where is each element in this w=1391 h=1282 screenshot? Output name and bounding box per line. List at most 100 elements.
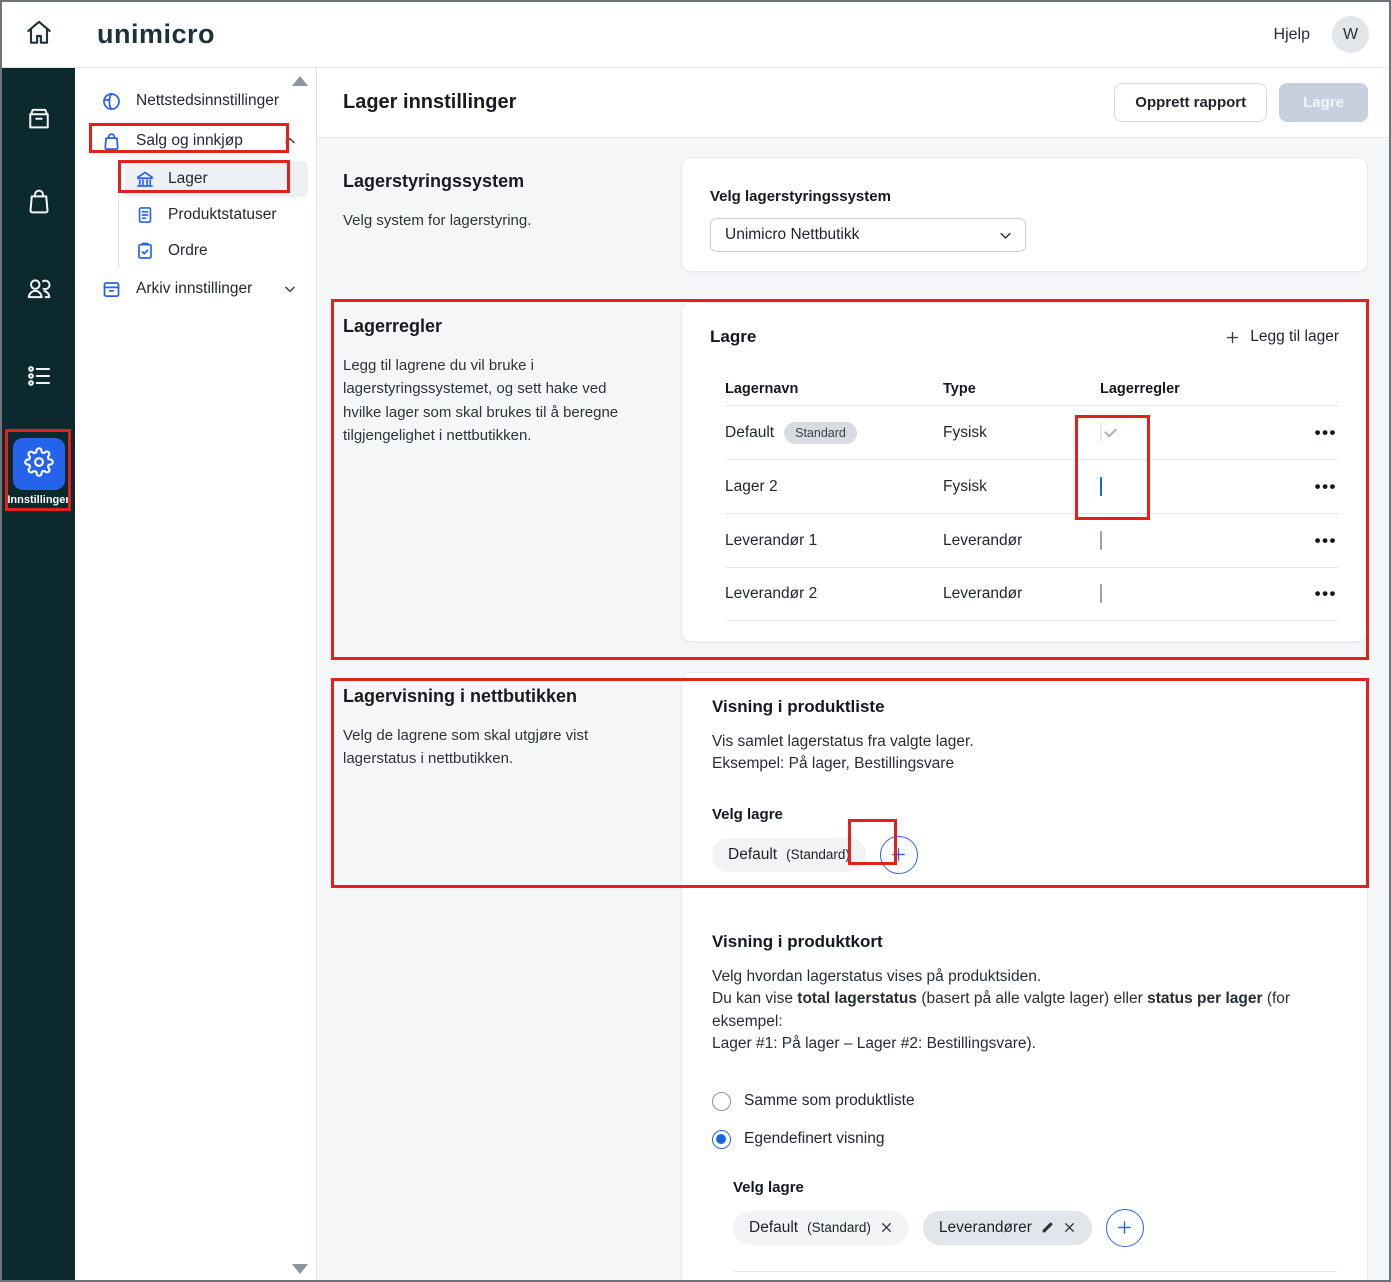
row-menu-button[interactable]: •••	[1315, 584, 1339, 604]
store-type: Fysisk	[943, 424, 1100, 442]
productlist-line2: Eksempel: På lager, Bestillingsvare	[712, 753, 1337, 775]
archive-box-icon[interactable]	[24, 103, 54, 133]
close-icon[interactable]	[1063, 1221, 1076, 1234]
section-lagerstyringssystem: Lagerstyringssystem Velg system for lage…	[343, 157, 1368, 272]
sidebar-item-produktstatuser[interactable]: Produktstatuser	[125, 197, 308, 233]
settings-button[interactable]	[13, 438, 65, 490]
row-menu-button[interactable]: •••	[1315, 477, 1339, 497]
store-type: Leverandør	[943, 585, 1100, 603]
chip-label: Default	[749, 1219, 798, 1237]
plus-icon	[1116, 1219, 1133, 1236]
settings-nav: Innstillinger	[2, 438, 75, 506]
save-button[interactable]: Lagre	[1279, 83, 1368, 122]
rule-checkbox[interactable]	[1100, 531, 1102, 550]
row-menu-button[interactable]: •••	[1315, 531, 1339, 551]
sidebar-item-nettstedsinnstillinger[interactable]: Nettstedsinnstillinger	[89, 81, 308, 121]
bag-icon	[101, 131, 122, 152]
stores-table: Lagernavn Type Lagerregler Default Stand…	[710, 373, 1339, 621]
stores-card: Lagre Legg til lager Lagernavn Type Lage…	[681, 302, 1368, 642]
select-label: Velg lagerstyringssystem	[710, 188, 1339, 205]
shopping-bag-icon[interactable]	[24, 186, 54, 216]
users-icon[interactable]	[24, 273, 54, 303]
home-button[interactable]	[2, 16, 75, 53]
chevron-down-icon	[282, 281, 298, 297]
chip-sublabel: (Standard)	[786, 847, 850, 862]
radio-same-as-productlist[interactable]: Samme som produktliste	[712, 1092, 1337, 1111]
section-title: Lagerregler	[343, 316, 641, 337]
display-card: Visning i produktliste Vis samlet lagers…	[681, 672, 1368, 1282]
order-lines-icon[interactable]	[24, 361, 54, 391]
scroll-up-arrow[interactable]	[292, 76, 308, 86]
velg-lagre-label: Velg lagre	[712, 806, 1337, 823]
avatar[interactable]: W	[1332, 16, 1369, 53]
radio-custom-view[interactable]: Egendefinert visning	[712, 1130, 1337, 1149]
system-card: Velg lagerstyringssystem Unimicro Nettbu…	[681, 157, 1368, 272]
add-store-plus-button[interactable]	[880, 836, 918, 874]
productcard-line1: Velg hvordan lagerstatus vises på produk…	[712, 966, 1337, 988]
app-window: unimicro Hjelp W Innstillinger	[0, 0, 1391, 1282]
table-row: Lager 2 Fysisk •••	[725, 459, 1339, 513]
home-icon	[23, 16, 55, 53]
radio-label: Egendefinert visning	[744, 1130, 884, 1148]
select-value: Unimicro Nettbutikk	[725, 226, 859, 244]
left-rail: Innstillinger	[2, 68, 75, 1282]
plus-icon	[1225, 330, 1240, 345]
chip-label: Leverandører	[939, 1219, 1032, 1237]
help-link[interactable]: Hjelp	[1274, 26, 1310, 44]
edit-pencil-icon[interactable]	[1041, 1221, 1054, 1234]
chevron-up-icon	[282, 133, 298, 149]
productlist-line1: Vis samlet lagerstatus fra valgte lager.	[712, 731, 1337, 753]
store-name: Default	[725, 424, 774, 442]
sidebar-item-lager[interactable]: Lager	[125, 161, 308, 197]
add-store-button[interactable]: Legg til lager	[1225, 328, 1339, 346]
store-type: Fysisk	[943, 478, 1100, 496]
section-lagervisning: Lagervisning i nettbutikken Velg de lagr…	[343, 672, 1368, 1282]
create-report-button[interactable]: Opprett rapport	[1114, 83, 1267, 122]
sidebar-item-salg-og-innkjop[interactable]: Salg og innkjøp	[89, 121, 308, 161]
productcard-line3: Lager #1: På lager – Lager #2: Bestillin…	[712, 1033, 1337, 1055]
standard-badge: Standard	[784, 422, 857, 444]
rule-checkbox[interactable]	[1100, 423, 1102, 442]
productlist-title: Visning i produktliste	[712, 697, 1337, 717]
card-title: Lagre	[710, 327, 756, 347]
scroll-down-arrow[interactable]	[292, 1264, 308, 1274]
sidebar-item-label: Nettstedsinnstillinger	[136, 92, 279, 110]
topbar: unimicro Hjelp W	[2, 2, 1389, 68]
store-name: Lager 2	[725, 478, 778, 496]
settings-subnav: Nettstedsinnstillinger Salg og innkjøp L…	[75, 68, 317, 1282]
chip-default-removable[interactable]: Default (Standard)	[733, 1211, 909, 1245]
section-title: Lagerstyringssystem	[343, 171, 641, 192]
warehouse-icon	[135, 169, 155, 189]
sidebar-item-label: Ordre	[168, 242, 208, 260]
add-store-label: Legg til lager	[1250, 328, 1339, 346]
velg-lagre-label: Velg lagre	[733, 1179, 1337, 1196]
gear-icon	[24, 447, 54, 482]
table-row: Default Standard Fysisk •••	[725, 405, 1339, 459]
clipboard-check-icon	[135, 241, 155, 261]
store-type: Leverandør	[943, 532, 1100, 550]
table-header: Lagernavn Type Lagerregler	[725, 373, 1339, 405]
chip-default[interactable]: Default (Standard)	[712, 838, 866, 872]
add-store-plus-button-2[interactable]	[1106, 1209, 1144, 1247]
chevron-down-icon	[998, 228, 1013, 243]
sidebar-item-ordre[interactable]: Ordre	[125, 233, 308, 269]
table-row: Leverandør 2 Leverandør •••	[725, 567, 1339, 621]
store-name: Leverandør 2	[725, 585, 817, 603]
plus-icon	[890, 846, 907, 863]
close-icon[interactable]	[880, 1221, 893, 1234]
col-lagerregler: Lagerregler	[1100, 381, 1299, 397]
radio-label: Samme som produktliste	[744, 1092, 915, 1110]
rule-checkbox[interactable]	[1100, 477, 1102, 496]
document-list-icon	[135, 205, 155, 225]
sidebar-item-arkiv-innstillinger[interactable]: Arkiv innstillinger	[89, 269, 308, 309]
sidebar-item-label: Arkiv innstillinger	[136, 280, 252, 298]
system-select[interactable]: Unimicro Nettbutikk	[710, 218, 1026, 252]
rule-checkbox[interactable]	[1100, 584, 1102, 603]
section-desc: Velg de lagrene som skal utgjøre vist la…	[343, 724, 641, 771]
col-type: Type	[943, 381, 1100, 397]
brand-logo: unimicro	[97, 19, 215, 50]
footer-links: Legg til ny samling Omorganiser visninge…	[733, 1271, 1337, 1282]
chip-label: Default	[728, 846, 777, 864]
chip-leverandorer[interactable]: Leverandører	[923, 1211, 1092, 1245]
row-menu-button[interactable]: •••	[1315, 423, 1339, 443]
